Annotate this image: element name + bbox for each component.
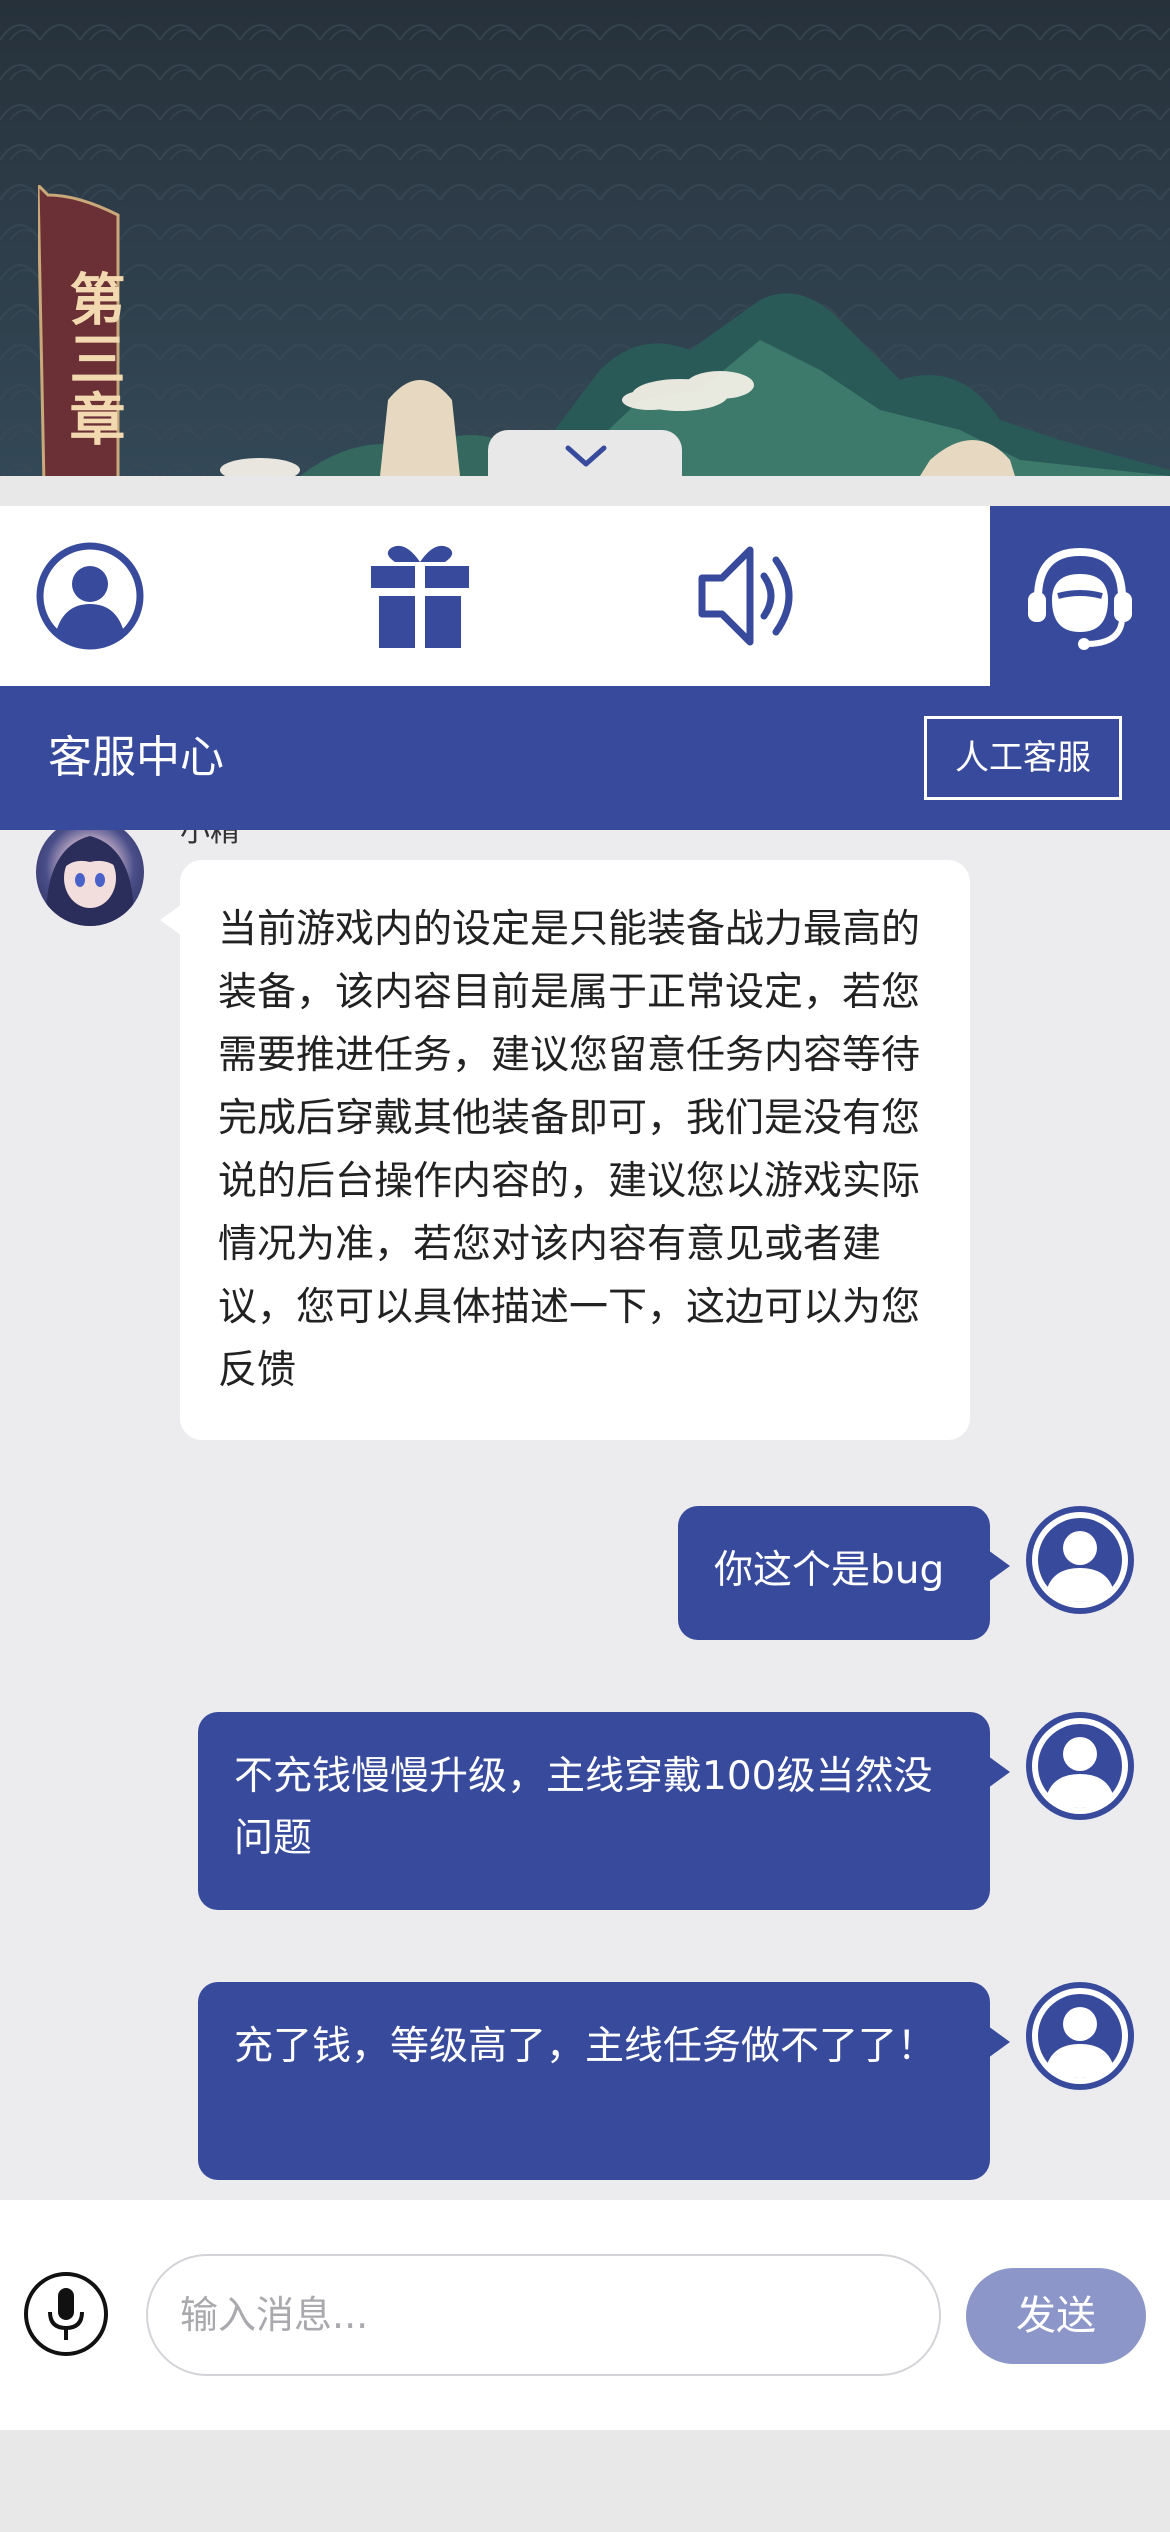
voice-input-button[interactable]: [24, 2272, 108, 2356]
customer-service-header: 客服中心 人工客服: [0, 686, 1170, 830]
user-avatar: [1026, 1712, 1134, 1820]
customer-service-button[interactable]: [990, 506, 1170, 686]
message-input-bar: 发送: [0, 2200, 1170, 2430]
user-message-bubble: 你这个是bug: [678, 1506, 1010, 1640]
user-message-bubble: 充了钱，等级高了，主线任务做不了了！: [198, 1982, 1010, 2180]
bottom-safe-area: [0, 2430, 1170, 2532]
gift-button[interactable]: [320, 506, 520, 686]
agent-name: 小精: [180, 830, 240, 849]
user-avatar: [1026, 1506, 1134, 1614]
user-message-bubble: 不充钱慢慢升级，主线穿戴100级当然没问题: [198, 1712, 1010, 1910]
human-service-button[interactable]: 人工客服: [924, 716, 1122, 800]
sound-button[interactable]: [650, 506, 850, 686]
profile-button[interactable]: [0, 506, 180, 686]
user-avatar-icon: [1032, 1988, 1128, 2084]
function-toolbar: [0, 506, 1170, 686]
microphone-icon: [48, 2288, 84, 2340]
page-title: 客服中心: [48, 732, 224, 783]
agent-avatar-image: [45, 836, 135, 926]
game-banner: 第三章: [0, 0, 1170, 476]
user-profile-icon: [36, 542, 144, 650]
user-avatar: [1026, 1982, 1134, 2090]
message-input[interactable]: [146, 2254, 941, 2376]
agent-avatar: [36, 830, 144, 926]
chat-area[interactable]: 小精 当前游戏内的设定是只能装备战力最高的装备，该内容目前是属于正常设定，若您需…: [0, 830, 1170, 2200]
user-avatar-icon: [1032, 1512, 1128, 1608]
chapter-title: 第三章: [60, 270, 126, 450]
collapse-banner-button[interactable]: [488, 430, 682, 476]
send-button[interactable]: 发送: [966, 2268, 1146, 2364]
customer-service-icon: [1028, 547, 1132, 650]
divider-strip: [0, 476, 1170, 506]
banner-landscape: [0, 0, 1170, 476]
chevron-down-icon: [565, 445, 607, 467]
user-avatar-icon: [1032, 1718, 1128, 1814]
speaker-icon: [698, 546, 793, 646]
gift-icon: [371, 545, 469, 648]
agent-message-bubble: 当前游戏内的设定是只能装备战力最高的装备，该内容目前是属于正常设定，若您需要推进…: [160, 860, 970, 1440]
